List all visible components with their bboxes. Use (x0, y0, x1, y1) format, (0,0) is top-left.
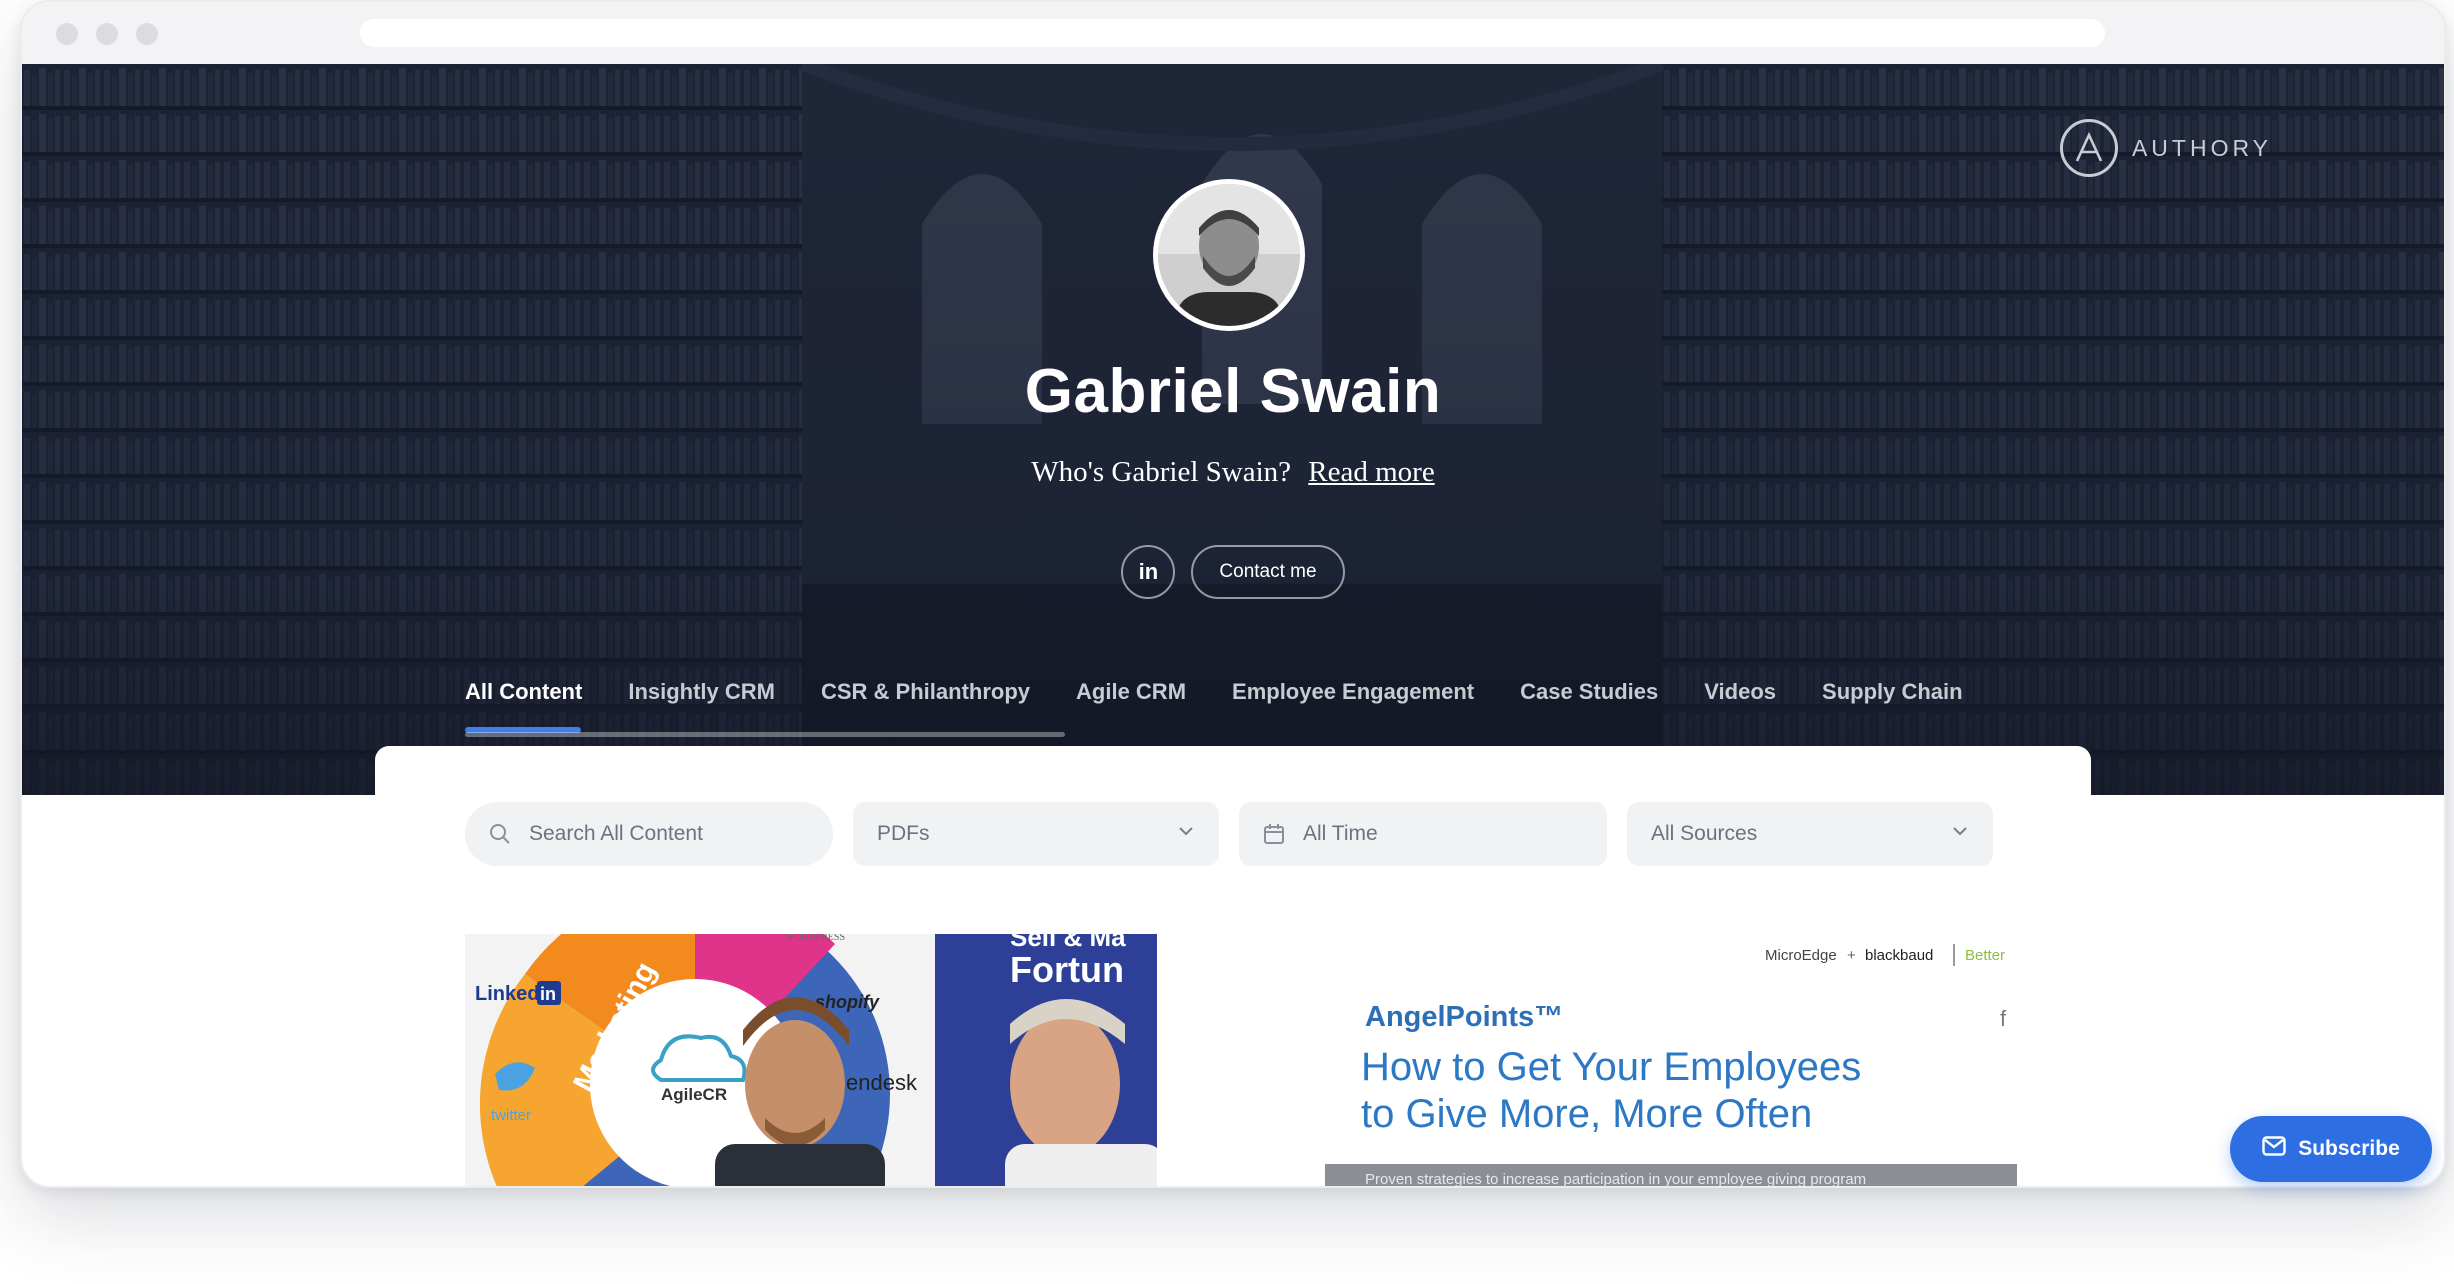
chevron-down-icon (1177, 822, 1195, 846)
linkedin-icon: in (1138, 559, 1159, 584)
subscribe-button[interactable]: Subscribe (2230, 1116, 2432, 1182)
card-text-twitter: twitter (491, 1107, 531, 1124)
brand-name: AUTHORY (2131, 134, 2272, 161)
authory-mark-icon (2059, 119, 2118, 177)
video-card-thumbnail[interactable]: Linked in twitter Marketing AgileCR Serv… (465, 934, 1157, 1186)
card-text-zendesk: zendesk (835, 1070, 918, 1095)
chevron-down-icon (1951, 822, 1969, 846)
search-placeholder: Search All Content (529, 822, 703, 845)
maximize-dot[interactable] (136, 23, 158, 45)
partner-plus: + (1847, 947, 1856, 964)
profile-name: Gabriel Swain (1024, 357, 1442, 426)
tab-case-studies[interactable]: Case Studies (1520, 669, 1658, 739)
partner-blackbaud: blackbaud (1865, 947, 1933, 964)
mail-icon (2262, 1136, 2286, 1162)
content-type-select[interactable]: PDFs (853, 802, 1219, 866)
date-range-select[interactable]: All Time (1239, 802, 1607, 866)
tagline-text: Who's Gabriel Swain? (1031, 456, 1292, 488)
date-range-value: All Time (1303, 822, 1378, 845)
contact-me-button[interactable]: Contact me (1191, 545, 1345, 599)
content-panel: Search All Content PDFs All Time All Sou… (375, 746, 2091, 1186)
minimize-dot[interactable] (96, 23, 118, 45)
tab-csr-philanthropy[interactable]: CSR & Philanthropy (821, 669, 1030, 739)
sources-select[interactable]: All Sources (1627, 802, 1993, 866)
tab-supply-chain[interactable]: Supply Chain (1822, 669, 1963, 739)
pdf-title-line-2: to Give More, More Often (1361, 1092, 1812, 1136)
subscribe-label: Subscribe (2298, 1137, 2400, 1160)
pdf-card-thumbnail[interactable]: MicroEdge + blackbaud Better AngelPoints… (1325, 934, 2017, 1186)
profile-hero: AUTHORY Gabriel Swain Who's Gabriel Swai… (22, 64, 2444, 795)
card-text-wordpress: WORDPRESS (785, 934, 845, 943)
pdf-footer-text: Proven strategies to increase participat… (1365, 1171, 1866, 1186)
close-dot[interactable] (56, 23, 78, 45)
search-input[interactable]: Search All Content (465, 802, 833, 866)
calendar-icon (1263, 823, 1285, 845)
tab-insightly-crm[interactable]: Insightly CRM (628, 669, 775, 739)
profile-actions: in Contact me (22, 545, 2444, 599)
address-bar[interactable] (360, 19, 2105, 47)
partner-tagline: Better (1965, 947, 2005, 964)
category-tabs: All Content Insightly CRM CSR & Philanth… (465, 669, 2005, 739)
filter-bar: Search All Content PDFs All Time All Sou… (465, 802, 1993, 866)
content-type-value: PDFs (877, 822, 930, 845)
pdf-title-line-1: How to Get Your Employees (1361, 1045, 1861, 1089)
angelpoints-logo: AngelPoints™ (1365, 1001, 1563, 1033)
authory-logo[interactable]: AUTHORY (2059, 119, 2272, 177)
linkedin-button[interactable]: in (1121, 545, 1176, 599)
profile-avatar (1153, 179, 1305, 331)
browser-titlebar (22, 2, 2444, 64)
partner-microedge: MicroEdge (1765, 947, 1837, 964)
profile-tagline: Who's Gabriel Swain? Read more (22, 456, 2444, 489)
card-text-agilecrm: AgileCR (661, 1085, 727, 1104)
tab-all-content[interactable]: All Content (465, 669, 582, 739)
tab-videos[interactable]: Videos (1704, 669, 1776, 739)
facebook-icon: f (2000, 1006, 2007, 1031)
browser-window: AUTHORY Gabriel Swain Who's Gabriel Swai… (20, 0, 2446, 1188)
sources-value: All Sources (1651, 822, 1758, 845)
tab-employee-engagement[interactable]: Employee Engagement (1232, 669, 1474, 739)
card-text-in: in (540, 984, 556, 1004)
card-text-fortun: Fortun (1010, 949, 1124, 990)
tabs-scrollbar[interactable] (465, 732, 1065, 737)
card-text-linked: Linked (475, 983, 539, 1005)
read-more-link[interactable]: Read more (1308, 456, 1434, 488)
tab-agile-crm[interactable]: Agile CRM (1076, 669, 1186, 739)
search-icon (489, 823, 511, 845)
